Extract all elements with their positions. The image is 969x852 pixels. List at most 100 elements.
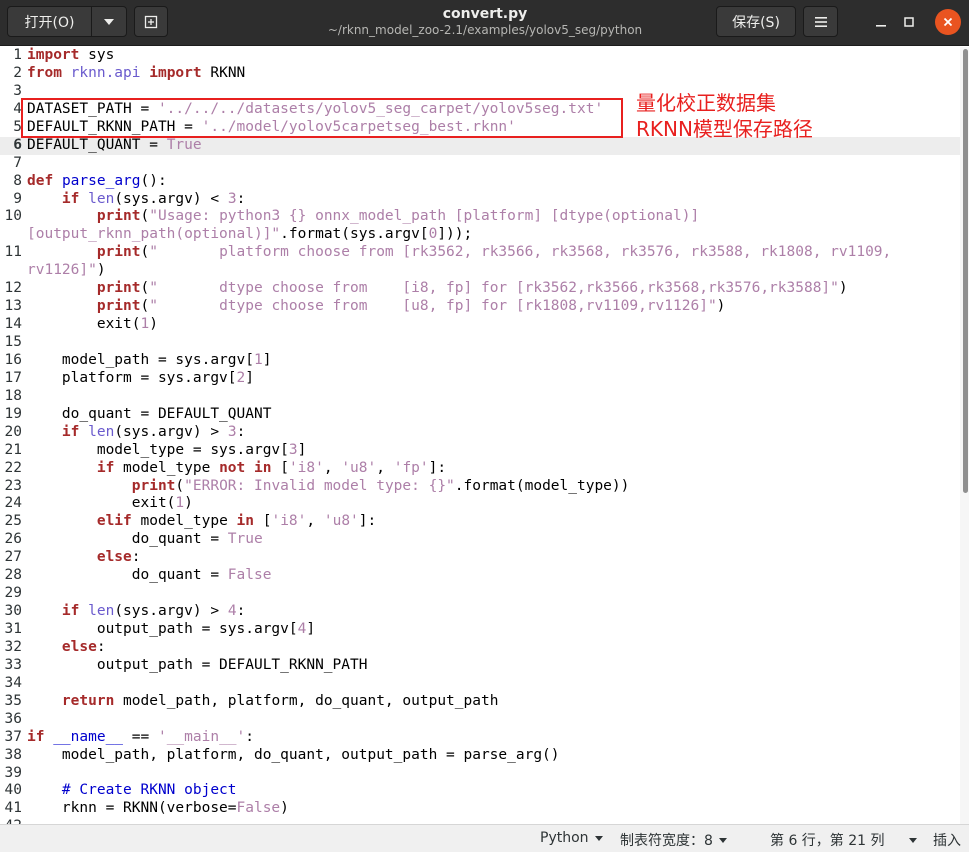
line-number: 4 — [13, 100, 22, 117]
line-number: 5 — [13, 118, 22, 135]
code-line[interactable]: 31 output_path = sys.argv[4] — [0, 621, 960, 639]
code-line[interactable]: 15 — [0, 334, 960, 352]
code-line[interactable]: 6 DEFAULT_QUANT = True — [0, 136, 960, 155]
code-token: [ — [271, 459, 289, 476]
code-token: rv1126]" — [27, 262, 97, 279]
code-text: model_type = sys.argv[3] — [27, 442, 307, 460]
code-token: ( — [140, 244, 150, 261]
code-token: ]: — [428, 459, 447, 476]
code-token: [ — [254, 513, 272, 530]
line-number: 31 — [4, 621, 22, 637]
code-line[interactable]: 18 — [0, 388, 960, 406]
code-line[interactable]: 37 if __name__ == '__main__': — [0, 729, 960, 747]
code-token: exit( — [27, 316, 141, 333]
new-tab-button[interactable] — [134, 6, 168, 37]
code-token: : — [236, 603, 246, 620]
code-text: else: — [27, 639, 106, 657]
code-token: 2 — [236, 369, 246, 386]
code-token: "ERROR: Invalid model type: {}" — [184, 477, 455, 494]
code-token: (sys.argv) < — [114, 190, 228, 207]
code-text: if len(sys.argv) > 4: — [27, 603, 245, 621]
code-line[interactable]: 19 do_quant = DEFAULT_QUANT — [0, 406, 960, 424]
vertical-scrollbar-thumb[interactable] — [963, 49, 968, 493]
code-line[interactable]: 14 exit(1) — [0, 316, 960, 334]
line-number: 26 — [4, 531, 22, 548]
code-text: # Create RKNN object — [27, 782, 237, 800]
close-button[interactable] — [935, 9, 961, 35]
code-text: do_quant = DEFAULT_QUANT — [27, 406, 272, 424]
code-token: " dtype choose from [i8, fp] for [rk3562… — [149, 280, 839, 297]
line-number: 23 — [4, 477, 22, 494]
code-line[interactable]: 36 — [0, 711, 960, 729]
code-line[interactable]: 35 return model_path, platform, do_quant… — [0, 693, 960, 711]
code-line[interactable]: 9 if len(sys.argv) < 3: — [0, 191, 960, 209]
code-line[interactable]: 39 — [0, 765, 960, 783]
line-number: 36 — [4, 710, 22, 727]
code-line[interactable]: 27 else: — [0, 549, 960, 567]
code-line[interactable]: 21 model_type = sys.argv[3] — [0, 442, 960, 460]
code-line[interactable]: rv1126]") — [0, 262, 960, 280]
code-token: 'u8' — [323, 513, 359, 530]
code-line[interactable]: 30 if len(sys.argv) > 4: — [0, 603, 960, 621]
code-line[interactable]: 17 platform = sys.argv[2] — [0, 370, 960, 388]
code-line[interactable]: 24 exit(1) — [0, 495, 960, 513]
code-line[interactable]: 20 if len(sys.argv) > 3: — [0, 424, 960, 442]
cursor-position-selector[interactable]: 第 6 行，第 21 列 — [770, 830, 917, 850]
code-line[interactable]: [output_rknn_path(optional)]".format(sys… — [0, 226, 960, 244]
code-token: (): — [140, 172, 167, 189]
code-line[interactable]: 8 def parse_arg(): — [0, 173, 960, 191]
annotation-dataset-label: 量化校正数据集 — [636, 91, 776, 115]
code-line[interactable]: 32 else: — [0, 639, 960, 657]
code-token: def — [27, 172, 54, 189]
code-line[interactable]: 11 print(" platform choose from [rk3562,… — [0, 244, 960, 262]
line-number: 16 — [4, 351, 22, 368]
code-token: ) — [280, 800, 289, 817]
code-text: rv1126]") — [27, 262, 106, 280]
code-token: False — [236, 800, 281, 817]
code-editor[interactable]: 1 import sys 2 from rknn.api import RKNN 3 4 D… — [0, 47, 960, 824]
code-line[interactable]: 33 output_path = DEFAULT_RKNN_PATH — [0, 657, 960, 675]
line-number: 20 — [4, 423, 22, 440]
code-line[interactable]: 38 model_path, platform, do_quant, outpu… — [0, 747, 960, 765]
code-token: 'u8' — [341, 459, 377, 476]
code-line[interactable]: 28 do_quant = False — [0, 567, 960, 585]
code-token: model_type — [114, 459, 220, 476]
code-text: rknn = RKNN(verbose=False) — [27, 800, 289, 818]
save-button[interactable]: 保存(S) — [716, 6, 796, 37]
language-selector[interactable]: Python — [540, 830, 603, 846]
code-line[interactable]: 40 # Create RKNN object — [0, 782, 960, 800]
code-line[interactable]: 13 print(" dtype choose from [u8, fp] fo… — [0, 298, 960, 316]
code-line[interactable]: 41 rknn = RKNN(verbose=False) — [0, 800, 960, 818]
code-line[interactable]: 7 — [0, 155, 960, 173]
status-bar: Python 制表符宽度：8 第 6 行，第 21 列 插入 — [0, 824, 969, 852]
code-text: if len(sys.argv) < 3: — [27, 191, 245, 209]
code-line[interactable]: 26 do_quant = True — [0, 531, 960, 549]
code-line[interactable]: 34 — [0, 675, 960, 693]
code-line[interactable]: 16 model_path = sys.argv[1] — [0, 352, 960, 370]
code-token: True — [166, 136, 202, 153]
code-line[interactable]: 2 from rknn.api import RKNN — [0, 65, 960, 83]
code-line[interactable]: 12 print(" dtype choose from [i8, fp] fo… — [0, 280, 960, 298]
line-number: 7 — [13, 154, 22, 171]
tab-width-selector[interactable]: 制表符宽度：8 — [620, 830, 727, 850]
code-line[interactable]: 10 print("Usage: python3 {} onnx_model_p… — [0, 208, 960, 226]
insert-mode-indicator: 插入 — [933, 830, 961, 850]
code-token: ( — [140, 280, 150, 297]
line-number: 2 — [13, 64, 22, 81]
code-line[interactable]: 23 print("ERROR: Invalid model type: {}"… — [0, 478, 960, 496]
line-number: 21 — [4, 441, 22, 458]
line-number: 18 — [4, 387, 22, 404]
code-line[interactable]: 1 import sys — [0, 47, 960, 65]
open-button[interactable]: 打开(O) — [7, 6, 92, 37]
open-dropdown-button[interactable] — [91, 6, 127, 37]
code-line[interactable]: 22 if model_type not in ['i8', 'u8', 'fp… — [0, 460, 960, 478]
hamburger-menu-button[interactable] — [803, 6, 838, 37]
code-line[interactable]: 25 elif model_type in ['i8', 'u8']: — [0, 513, 960, 531]
maximize-button[interactable] — [896, 9, 922, 35]
minimize-button[interactable] — [868, 9, 894, 35]
code-line[interactable]: 29 — [0, 585, 960, 603]
maximize-icon — [904, 17, 914, 27]
